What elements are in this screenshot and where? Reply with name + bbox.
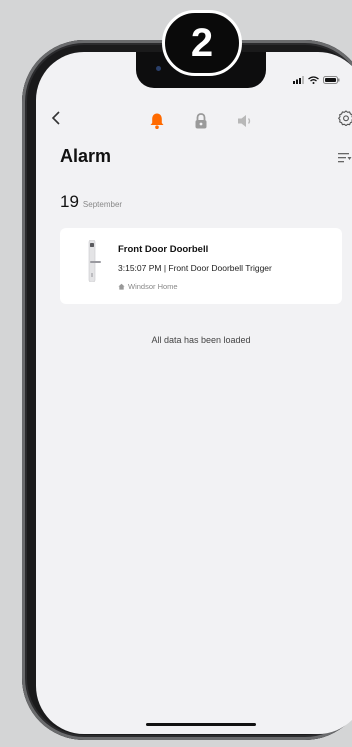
date-day: 19 [60, 192, 79, 211]
tab-alarm[interactable] [146, 110, 168, 132]
chevron-left-icon [51, 111, 60, 125]
back-button[interactable] [50, 108, 62, 130]
page-title: Alarm [60, 146, 112, 166]
doorbell-device-icon [88, 240, 101, 282]
wifi-icon [308, 76, 319, 84]
bell-icon [150, 113, 164, 129]
date-header: 19 September [60, 192, 122, 212]
battery-icon [323, 76, 340, 84]
camera-icon [156, 66, 161, 71]
alarm-title: Front Door Doorbell [118, 244, 209, 255]
lock-icon [195, 113, 207, 129]
alarm-home-label: Windsor Home [128, 282, 178, 291]
title-row: Alarm [36, 146, 352, 176]
status-bar [293, 76, 340, 84]
all-loaded-message: All data has been loaded [151, 335, 251, 345]
tab-lock[interactable] [190, 110, 212, 132]
signal-icon [293, 76, 304, 84]
filter-button[interactable] [338, 150, 352, 168]
gear-icon [337, 110, 352, 127]
home-indicator[interactable] [146, 723, 256, 726]
step-badge: 2 [162, 10, 242, 76]
home-icon [118, 283, 125, 290]
alarm-card[interactable]: Front Door Doorbell 3:15:07 PM | Front D… [60, 228, 342, 304]
alarm-detail: 3:15:07 PM | Front Door Doorbell Trigger [118, 263, 272, 273]
date-month: September [82, 200, 123, 209]
speaker-icon [238, 115, 251, 127]
alarm-home: Windsor Home [118, 282, 178, 291]
tab-sound[interactable] [234, 110, 256, 132]
app-screen: Alarm 19 September Front Door Doorbell 3… [36, 52, 352, 734]
settings-button[interactable] [337, 110, 352, 131]
filter-list-icon [338, 153, 352, 163]
app-header [36, 104, 352, 140]
